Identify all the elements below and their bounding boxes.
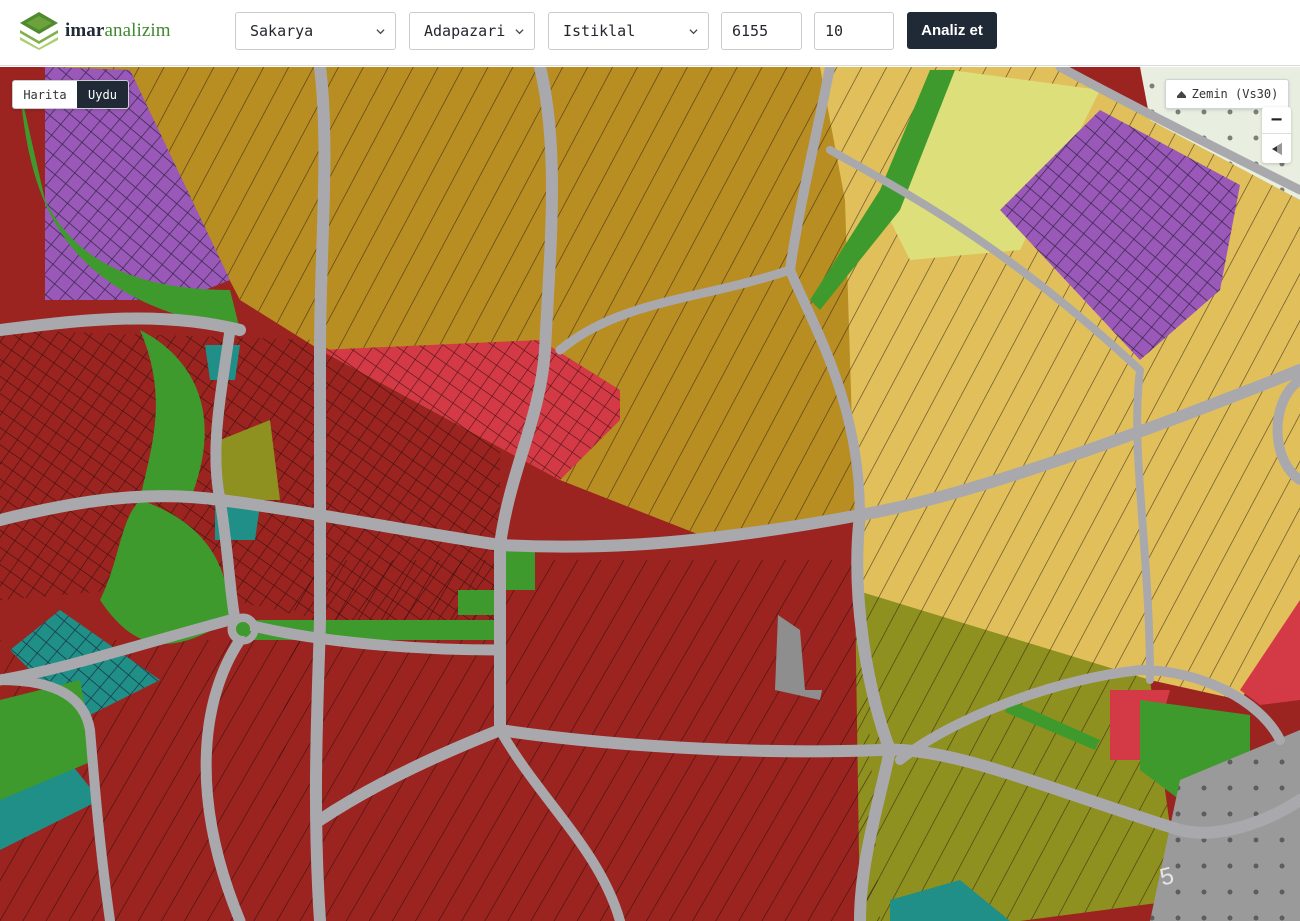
chevron-down-icon	[376, 29, 385, 35]
logo-text: imaranalizim	[65, 20, 171, 42]
neighborhood-value: Istiklal	[563, 22, 636, 40]
basemap-toggle: Harita Uydu	[12, 80, 129, 109]
logo-layers-icon	[20, 12, 58, 50]
layers-icon	[1176, 91, 1186, 98]
district-value: Adapazari	[424, 22, 506, 40]
zoom-controls: −	[1262, 107, 1291, 163]
parcel-input[interactable]: 10	[814, 12, 894, 50]
toggle-map[interactable]: Harita	[13, 81, 77, 108]
logo-text-light: analizim	[104, 20, 171, 41]
province-value: Sakarya	[250, 22, 314, 40]
compass-icon	[1271, 143, 1282, 155]
zoom-out-button[interactable]: −	[1262, 107, 1291, 134]
toggle-satellite[interactable]: Uydu	[77, 81, 128, 108]
province-select[interactable]: Sakarya	[235, 12, 396, 50]
logo[interactable]: imaranalizim	[18, 12, 171, 50]
block-input[interactable]: 6155	[721, 12, 802, 50]
analyze-button[interactable]: Analiz et	[907, 12, 997, 49]
compass-button[interactable]	[1262, 135, 1291, 163]
chevron-down-icon	[515, 29, 524, 35]
neighborhood-select[interactable]: Istiklal	[548, 12, 709, 50]
zoning-map[interactable]: 5 Harita Uydu Zemin (Vs30) −	[0, 67, 1300, 921]
soil-layer-button[interactable]: Zemin (Vs30)	[1165, 79, 1289, 109]
zoning-map-canvas[interactable]: 5	[0, 67, 1300, 921]
top-bar: imaranalizim Sakarya Adapazari Istiklal …	[0, 0, 1300, 66]
soil-layer-label: Zemin (Vs30)	[1191, 87, 1279, 101]
parcel-value: 10	[825, 22, 844, 40]
chevron-down-icon	[689, 29, 698, 35]
block-value: 6155	[732, 22, 769, 40]
logo-text-bold: imar	[65, 20, 105, 41]
district-select[interactable]: Adapazari	[409, 12, 535, 50]
